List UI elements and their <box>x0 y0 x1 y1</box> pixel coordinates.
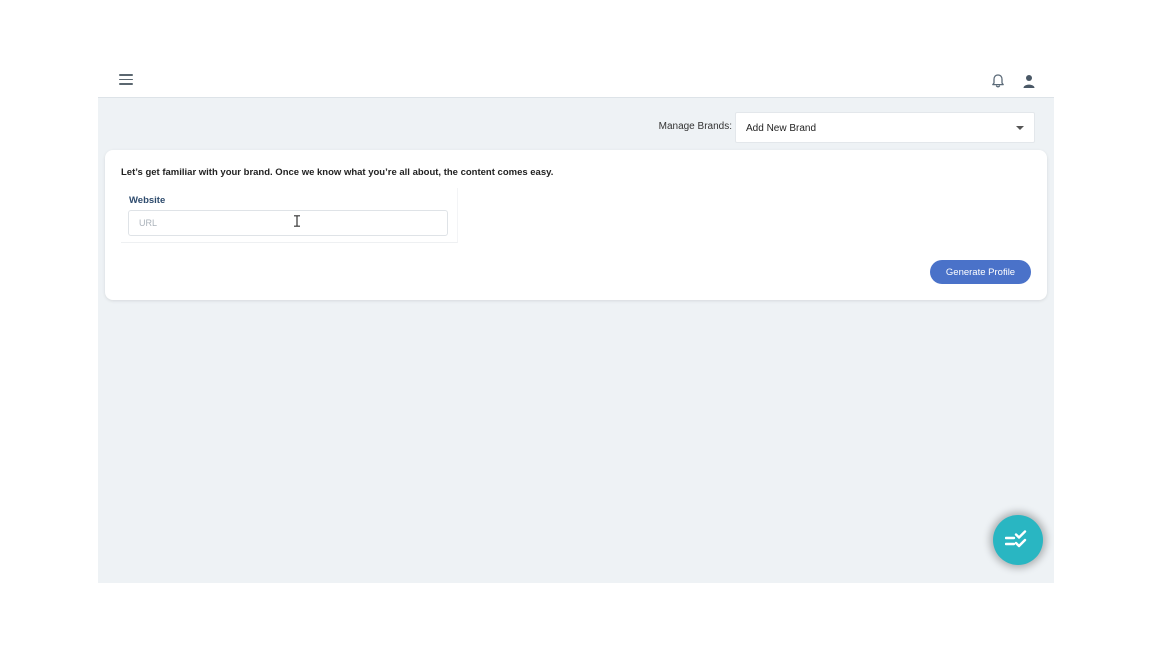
bell-icon[interactable] <box>990 73 1006 89</box>
website-label: Website <box>129 195 166 206</box>
checklist-fab-button[interactable] <box>993 515 1043 565</box>
chevron-down-icon <box>1016 126 1024 130</box>
text-cursor-icon <box>294 215 300 227</box>
brand-select-dropdown[interactable]: Add New Brand <box>735 112 1035 143</box>
url-input[interactable] <box>128 210 448 236</box>
generate-profile-button[interactable]: Generate Profile <box>930 260 1031 284</box>
hamburger-menu-icon[interactable] <box>119 74 133 86</box>
app-window: Manage Brands: Add New Brand Let’s get f… <box>98 62 1054 583</box>
checklist-icon <box>1005 530 1027 548</box>
manage-brands-label: Manage Brands: <box>658 121 732 132</box>
top-bar <box>98 62 1054 98</box>
brand-select-value: Add New Brand <box>746 123 817 134</box>
intro-text: Let’s get familiar with your brand. Once… <box>121 167 554 178</box>
website-field-group: Website <box>121 188 458 243</box>
user-icon[interactable] <box>1021 73 1037 89</box>
brand-profile-card: Let’s get familiar with your brand. Once… <box>105 150 1047 300</box>
